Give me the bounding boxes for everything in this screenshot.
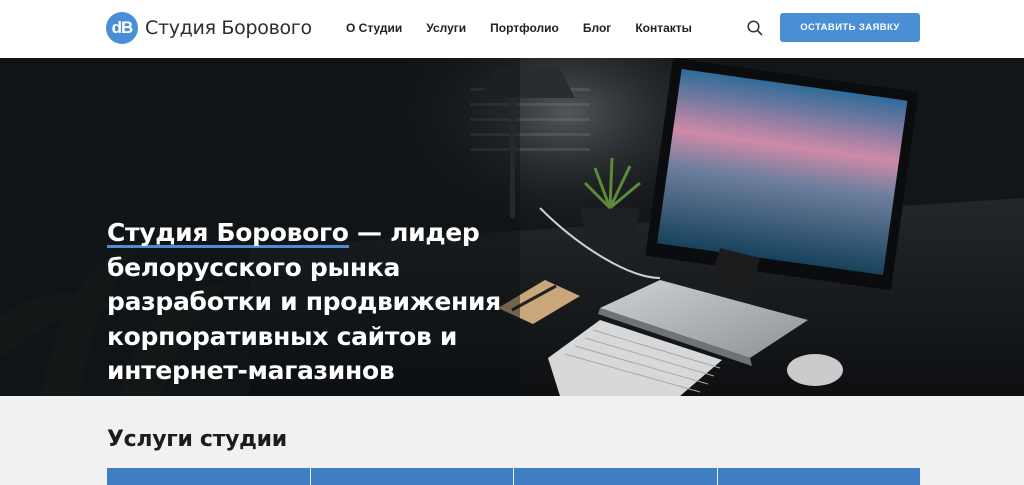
nav-item-portfolio[interactable]: Портфолио (490, 20, 559, 36)
leave-request-button[interactable]: ОСТАВИТЬ ЗАЯВКУ (780, 13, 920, 42)
nav-item-contacts[interactable]: Контакты (635, 20, 692, 36)
nav-item-blog[interactable]: Блог (583, 20, 611, 36)
service-card[interactable] (514, 468, 717, 485)
logo-text: Студия Борового (145, 17, 312, 39)
service-card[interactable] (310, 468, 513, 485)
hero-section: Студия Борового — лидер белорусского рын… (0, 58, 1024, 396)
service-cards (107, 468, 920, 485)
service-card[interactable] (107, 468, 310, 485)
service-card[interactable] (717, 468, 920, 485)
nav-item-services[interactable]: Услуги (426, 20, 466, 36)
hero-title: Студия Борового — лидер белорусского рын… (107, 216, 557, 389)
logo-mark: dB (106, 12, 138, 44)
site-header: dB Студия Борового О Студии Услуги Портф… (0, 0, 1024, 58)
logo[interactable]: dB Студия Борового (106, 12, 312, 44)
services-section: Услуги студии (0, 396, 1024, 485)
services-title: Услуги студии (107, 427, 287, 452)
nav-item-about[interactable]: О Студии (346, 20, 402, 36)
hero-title-accent: Студия Борового (107, 218, 349, 247)
main-nav: О Студии Услуги Портфолио Блог Контакты (346, 20, 716, 36)
search-icon[interactable] (746, 19, 764, 37)
